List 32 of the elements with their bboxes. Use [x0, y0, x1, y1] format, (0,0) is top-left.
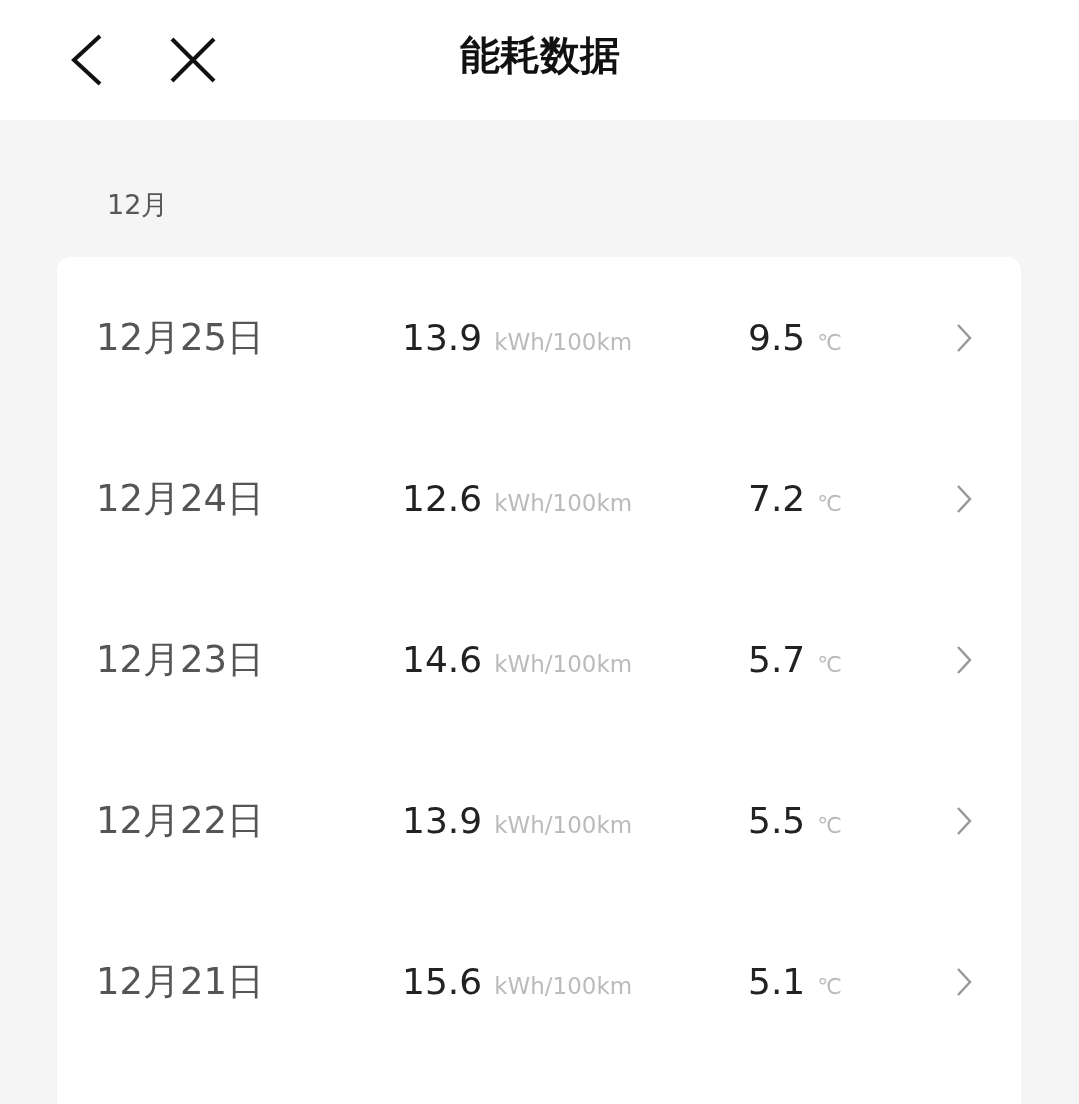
consumption-unit: kWh/100km [494, 490, 633, 516]
day-row[interactable]: 12月23日 14.6 kWh/100km 5.7 ℃ [57, 579, 1021, 740]
temperature-value: 5.7 [748, 639, 806, 680]
date-text: 12月22日 [96, 797, 266, 844]
day-row[interactable]: 12月22日 13.9 kWh/100km 5.5 ℃ [57, 740, 1021, 901]
consumption-unit: kWh/100km [494, 329, 633, 355]
date-text: 12月24日 [96, 475, 266, 522]
consumption-value: 12.6 [402, 478, 483, 519]
temperature-value: 9.5 [748, 317, 806, 358]
month-label: 12月 [107, 190, 169, 220]
consumption-value: 13.9 [402, 317, 483, 358]
consumption-unit: kWh/100km [494, 812, 633, 838]
consumption-unit: kWh/100km [494, 973, 633, 999]
temperature-value: 7.2 [748, 478, 806, 519]
page-title: 能耗数据 [458, 30, 621, 80]
day-row[interactable]: 12月21日 15.6 kWh/100km 5.1 ℃ [57, 901, 1021, 1062]
consumption-value: 13.9 [402, 800, 483, 841]
temperature-value: 5.5 [748, 800, 806, 841]
temperature-unit: ℃ [817, 974, 842, 999]
consumption-value: 15.6 [402, 961, 483, 1002]
consumption-unit: kWh/100km [494, 651, 633, 677]
temperature-unit: ℃ [817, 652, 842, 677]
temperature-value: 5.1 [748, 961, 806, 1002]
temperature-unit: ℃ [817, 813, 842, 838]
date-text: 12月23日 [96, 636, 266, 683]
temperature-unit: ℃ [817, 330, 842, 355]
consumption-value: 14.6 [402, 639, 483, 680]
day-row[interactable]: 12月25日 13.9 kWh/100km 9.5 ℃ [57, 257, 1021, 418]
date-text: 12月25日 [96, 314, 266, 361]
temperature-unit: ℃ [817, 491, 842, 516]
day-row[interactable]: 12月24日 12.6 kWh/100km 7.2 ℃ [57, 418, 1021, 579]
date-text: 12月21日 [96, 958, 266, 1005]
